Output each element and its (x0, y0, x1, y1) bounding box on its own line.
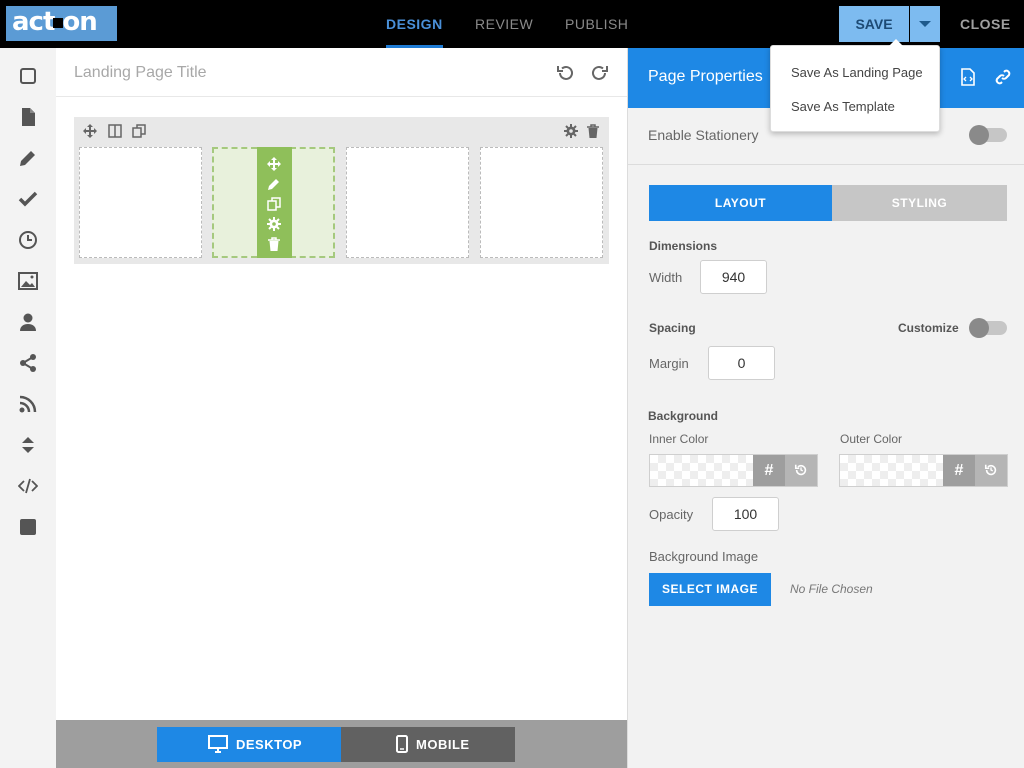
logo-text-left: act (12, 7, 55, 37)
trash-icon[interactable] (586, 124, 600, 138)
column-4[interactable] (480, 147, 603, 258)
columns-icon[interactable] (108, 124, 122, 138)
resize-vertical-icon[interactable] (18, 435, 38, 455)
page-properties-panel: Page Properties Enable Stationery LAYOUT… (627, 48, 1024, 768)
menu-item-save-as-landing-page[interactable]: Save As Landing Page (791, 65, 923, 80)
title-divider (56, 96, 627, 97)
move-icon[interactable] (267, 157, 281, 171)
customize-label: Customize (898, 321, 959, 335)
checkmark-icon[interactable] (18, 189, 38, 209)
background-heading: Background (648, 409, 719, 423)
logo-text-right: on (62, 7, 97, 37)
tab-styling[interactable]: STYLING (832, 185, 1007, 221)
content-row[interactable] (74, 117, 609, 264)
undo-icon[interactable] (556, 64, 574, 82)
duplicate-icon[interactable] (267, 197, 281, 211)
code-icon[interactable] (18, 476, 38, 496)
menu-item-save-as-template[interactable]: Save As Template (791, 99, 895, 114)
tab-publish[interactable]: PUBLISH (565, 0, 628, 48)
html-file-icon[interactable] (959, 68, 977, 86)
customize-toggle[interactable] (969, 318, 1007, 338)
select-image-button[interactable]: SELECT IMAGE (649, 573, 771, 606)
inner-color-label: Inner Color (649, 432, 709, 446)
panel-tabs: LAYOUT STYLING (649, 185, 1007, 221)
reset-color-icon[interactable] (975, 455, 1007, 486)
margin-input[interactable]: 0 (708, 346, 775, 380)
save-dropdown-menu: Save As Landing Page Save As Template (770, 39, 940, 132)
desktop-icon (208, 735, 228, 753)
share-icon[interactable] (18, 353, 38, 373)
gear-icon[interactable] (267, 217, 281, 231)
reset-color-icon[interactable] (785, 455, 817, 486)
enable-stationery-toggle[interactable] (969, 125, 1007, 145)
pencil-icon[interactable] (18, 148, 38, 168)
opacity-label: Opacity (649, 507, 694, 522)
act-on-logo[interactable]: act on (6, 6, 117, 41)
page-title-input[interactable]: Landing Page Title (74, 64, 207, 82)
hex-input-button[interactable]: # (943, 455, 975, 486)
move-icon[interactable] (83, 124, 97, 138)
link-icon[interactable] (994, 68, 1012, 86)
device-toggle-bar: DESKTOP MOBILE (56, 720, 627, 768)
redo-icon[interactable] (591, 64, 609, 82)
mobile-label: MOBILE (416, 737, 470, 752)
document-icon[interactable] (18, 107, 38, 127)
toggle-knob (969, 125, 989, 145)
mobile-button[interactable]: MOBILE (341, 727, 515, 762)
panel-title: Page Properties (648, 68, 763, 85)
opacity-input[interactable]: 100 (712, 497, 779, 531)
mobile-icon (396, 735, 408, 753)
editor-canvas: Landing Page Title (56, 48, 627, 720)
tab-layout[interactable]: LAYOUT (649, 185, 832, 221)
outer-color-label: Outer Color (840, 432, 903, 446)
hex-input-button[interactable]: # (753, 455, 785, 486)
inner-color-field[interactable]: # (649, 454, 818, 487)
margin-label: Margin (649, 356, 689, 371)
desktop-button[interactable]: DESKTOP (157, 727, 341, 762)
width-input[interactable]: 940 (700, 260, 767, 294)
trash-icon[interactable] (267, 237, 281, 251)
image-icon[interactable] (18, 271, 38, 291)
duplicate-icon[interactable] (132, 124, 146, 138)
gear-icon[interactable] (564, 124, 578, 138)
toggle-knob (969, 318, 989, 338)
clock-icon[interactable] (18, 230, 38, 250)
square-icon[interactable] (18, 66, 38, 86)
user-icon[interactable] (18, 312, 38, 332)
enable-stationery-label: Enable Stationery (648, 127, 759, 143)
save-button[interactable]: SAVE (839, 6, 909, 42)
save-dropdown-caret-icon[interactable] (910, 6, 940, 42)
dimensions-heading: Dimensions (649, 239, 718, 253)
panel-divider (628, 164, 1024, 165)
column-2-selected[interactable] (212, 147, 335, 258)
column-1[interactable] (79, 147, 202, 258)
tab-design[interactable]: DESIGN (386, 0, 443, 48)
top-bar: act on DESIGN REVIEW PUBLISH SAVE CLOSE (0, 0, 1024, 48)
width-label: Width (649, 270, 683, 285)
desktop-label: DESKTOP (236, 737, 303, 752)
spacing-heading: Spacing (649, 321, 696, 335)
left-toolbar (0, 48, 56, 768)
background-image-label: Background Image (649, 549, 759, 564)
block-icon[interactable] (18, 517, 38, 537)
close-button[interactable]: CLOSE (960, 0, 1011, 48)
no-file-chosen-text: No File Chosen (790, 582, 873, 596)
column-3[interactable] (346, 147, 469, 258)
outer-color-field[interactable]: # (839, 454, 1008, 487)
tab-review[interactable]: REVIEW (475, 0, 533, 48)
column-toolbar (257, 147, 292, 258)
rss-icon[interactable] (18, 394, 38, 414)
pencil-icon[interactable] (267, 177, 281, 191)
